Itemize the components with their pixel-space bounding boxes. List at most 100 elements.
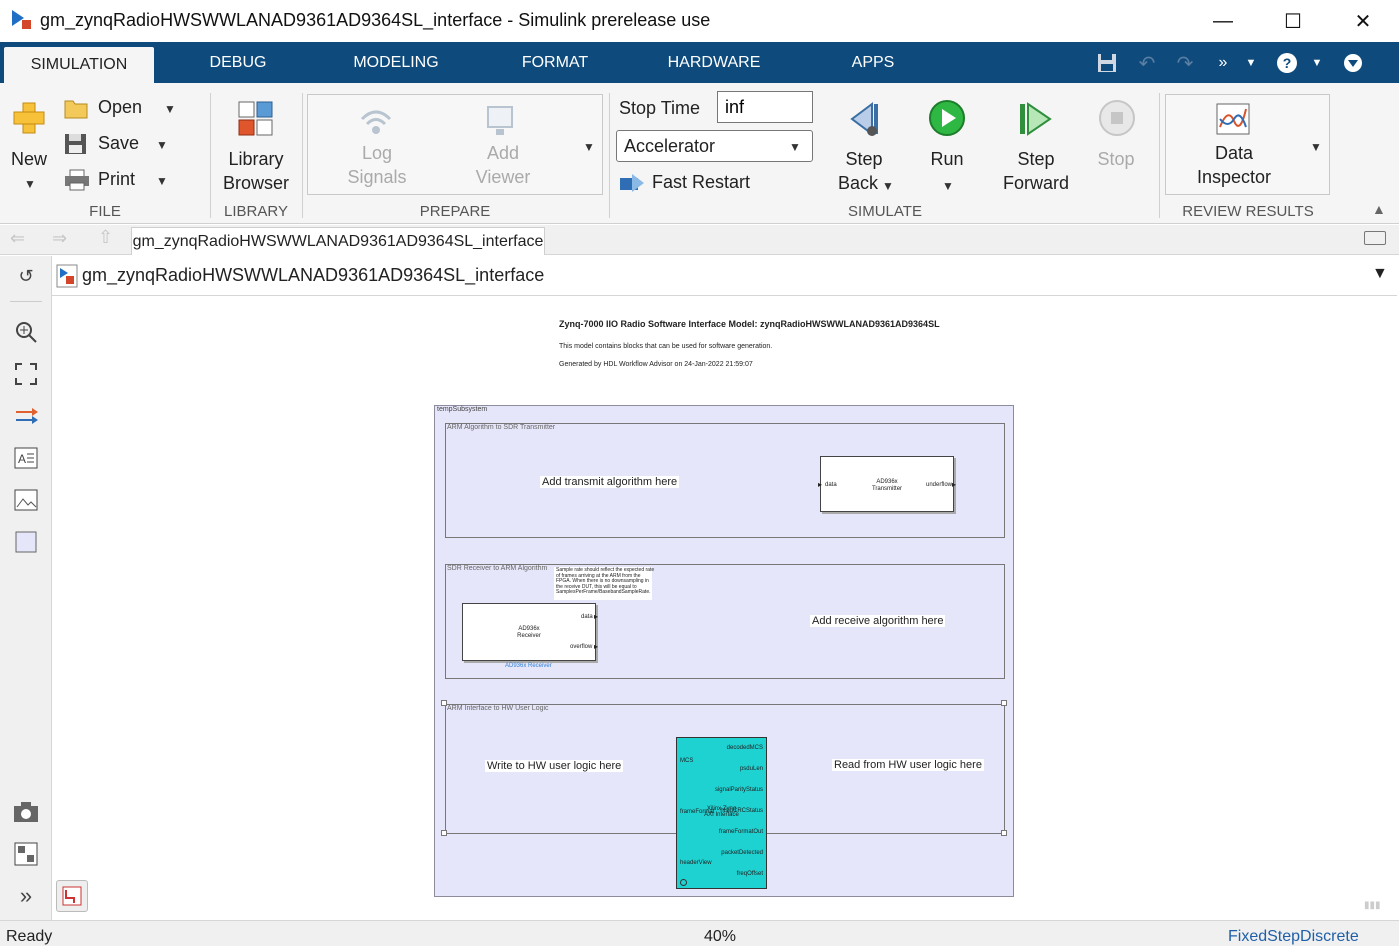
fast-restart-button[interactable]: Fast Restart [618, 169, 758, 197]
show-canvas-toolbar-button[interactable] [56, 880, 88, 912]
status-bar: Ready 40% FixedStepDiscrete [0, 920, 1399, 946]
ad936x-transmitter-block[interactable]: AD936x Transmitter data underflow ▸ ▸ [818, 456, 956, 512]
tx-area-title: ARM Algorithm to SDR Transmitter [447, 424, 556, 431]
log-signals-line1: Log [361, 143, 393, 163]
resize-handle[interactable] [441, 830, 447, 836]
collapse-ribbon-icon[interactable] [1340, 50, 1366, 76]
data-inspector-button[interactable]: Data Inspector [1176, 97, 1292, 193]
axi-out-port: psduLen [739, 766, 763, 772]
new-button[interactable]: New ▼ [8, 97, 50, 197]
axi-out-port: decodedMCS [726, 745, 763, 751]
up-arrow-icon[interactable]: ⇧ [98, 227, 113, 248]
port-arrow-icon: ▸ [818, 480, 823, 489]
solver-link[interactable]: FixedStepDiscrete [1228, 928, 1359, 946]
log-signals-icon [360, 110, 392, 134]
data-inspector-line1: Data [1214, 143, 1254, 163]
save-icon[interactable] [1094, 50, 1120, 76]
zoom-in-icon[interactable] [12, 318, 40, 346]
expand-palette-icon[interactable]: » [12, 882, 40, 910]
ribbon-separator [1159, 93, 1160, 218]
model-canvas[interactable]: Zynq-7000 IIO Radio Software Interface M… [52, 297, 1397, 919]
zoom-level: 40% [704, 928, 737, 945]
collapse-toolstrip-icon[interactable]: ▲ [1372, 201, 1386, 217]
step-back-button[interactable]: Step Back ▼ [832, 97, 896, 197]
keyboard-icon[interactable] [1364, 231, 1386, 245]
ad936x-receiver-block[interactable]: AD936x Receiver data overflow ▸ ▸ [462, 603, 598, 661]
forward-arrow-icon[interactable]: ⇒ [52, 228, 67, 249]
back-arrow-icon[interactable]: ⇐ [10, 228, 25, 249]
run-button[interactable]: Run ▼ [914, 97, 980, 197]
tab-apps[interactable]: APPS [836, 42, 910, 83]
simulation-mode-select[interactable]: Accelerator ▼ [616, 130, 813, 162]
review-group-label: REVIEW RESULTS [1182, 203, 1314, 220]
screenshot-icon[interactable] [12, 798, 40, 826]
tab-modeling[interactable]: MODELING [336, 42, 456, 83]
resize-handle[interactable] [1001, 830, 1007, 836]
signal-routing-icon[interactable] [12, 402, 40, 430]
tab-format[interactable]: FORMAT [504, 42, 606, 83]
help-menu-chevron-icon[interactable]: ▼ [1304, 50, 1330, 76]
axi-out-port: signalParityStatus [714, 787, 763, 793]
tab-debug[interactable]: DEBUG [188, 42, 288, 83]
maximize-button[interactable]: ☐ [1258, 0, 1328, 42]
editor-nav-bar: ⇐ ⇒ ⇧ gm_zynqRadioHWSWWLANAD9361AD9364SL… [0, 225, 1399, 255]
step-forward-button[interactable]: Step Forward [996, 97, 1076, 197]
minimize-button[interactable]: — [1188, 0, 1258, 42]
model-tab[interactable]: gm_zynqRadioHWSWWLANAD9361AD9364SL_inter… [131, 227, 545, 255]
open-button[interactable]: Open ▼ [64, 95, 184, 123]
print-button[interactable]: Print ▼ [64, 167, 184, 195]
ribbon-tab-bar: SIMULATION DEBUG MODELING FORMAT HARDWAR… [0, 42, 1399, 83]
printer-icon [65, 169, 89, 191]
rx-out-port-overflow: overflow [570, 644, 593, 650]
step-back-icon [850, 102, 878, 136]
undo-icon[interactable]: ↶ [1134, 50, 1160, 76]
resize-handle[interactable] [441, 700, 447, 706]
add-viewer-icon [487, 106, 513, 135]
fit-to-view-icon[interactable] [12, 360, 40, 388]
prepare-gallery-expand-icon[interactable]: ▼ [583, 140, 595, 154]
review-gallery-expand-icon[interactable]: ▼ [1310, 140, 1322, 154]
axi-out-port: packetDetected [721, 850, 763, 856]
model-path[interactable]: gm_zynqRadioHWSWWLANAD9361AD9364SL_inter… [82, 265, 544, 286]
chevron-down-icon[interactable]: ▼ [1238, 50, 1264, 76]
help-icon[interactable]: ? [1274, 50, 1300, 76]
axi-out-port: frameFormatOut [718, 829, 763, 835]
rx-block-name2: Receiver [517, 633, 541, 639]
rx-note: Add receive algorithm here [810, 615, 946, 627]
resize-handle[interactable] [1001, 700, 1007, 706]
axi-interface-block[interactable]: Xilinx Zynq AXI Interface MCS frameForma… [676, 737, 767, 889]
data-inspector-line2: Inspector [1196, 167, 1272, 187]
path-dropdown-icon[interactable]: ▼ [1372, 265, 1388, 283]
command-icon[interactable]: » [1210, 50, 1236, 76]
close-button[interactable]: ✕ [1328, 0, 1398, 42]
simulate-group-label: SIMULATE [848, 203, 922, 220]
axi-in-port: headerView [680, 860, 712, 866]
axi-out-port: htsigCRCStatus [720, 808, 763, 814]
annotation-icon[interactable]: A [12, 444, 40, 472]
step-forward-line2: Forward [1002, 173, 1069, 193]
library-group-label: LIBRARY [224, 203, 288, 220]
diagram-generated-note: Generated by HDL Workflow Advisor on 24-… [559, 361, 753, 368]
library-browser-button[interactable]: Library Browser [222, 97, 290, 197]
add-viewer-button[interactable]: Add Viewer [462, 97, 544, 193]
step-back-line1: Step [845, 149, 883, 169]
tab-simulation[interactable]: SIMULATION [4, 47, 154, 83]
save-disk-icon [65, 134, 86, 154]
stop-time-input[interactable] [717, 91, 813, 123]
simulation-mode-value: Accelerator [624, 136, 716, 156]
ribbon: New ▼ Open ▼ Save ▼ Print ▼ FILE Library [0, 83, 1399, 224]
stop-button[interactable]: Stop [1086, 97, 1146, 197]
block-badge-icon [680, 879, 687, 886]
library-label-line1: Library [228, 149, 284, 169]
save-button[interactable]: Save ▼ [64, 131, 184, 159]
log-signals-button[interactable]: Log Signals [336, 97, 418, 193]
property-inspector-icon[interactable] [12, 840, 40, 868]
new-caret-icon: ▼ [24, 177, 36, 191]
area-icon[interactable] [12, 528, 40, 556]
redo-icon[interactable]: ↷ [1172, 50, 1198, 76]
tab-hardware[interactable]: HARDWARE [652, 42, 776, 83]
palette-divider [10, 301, 42, 302]
add-viewer-line1: Add [486, 143, 520, 163]
image-icon[interactable] [12, 486, 40, 514]
hide-explorer-icon[interactable]: ↺ [12, 262, 40, 290]
